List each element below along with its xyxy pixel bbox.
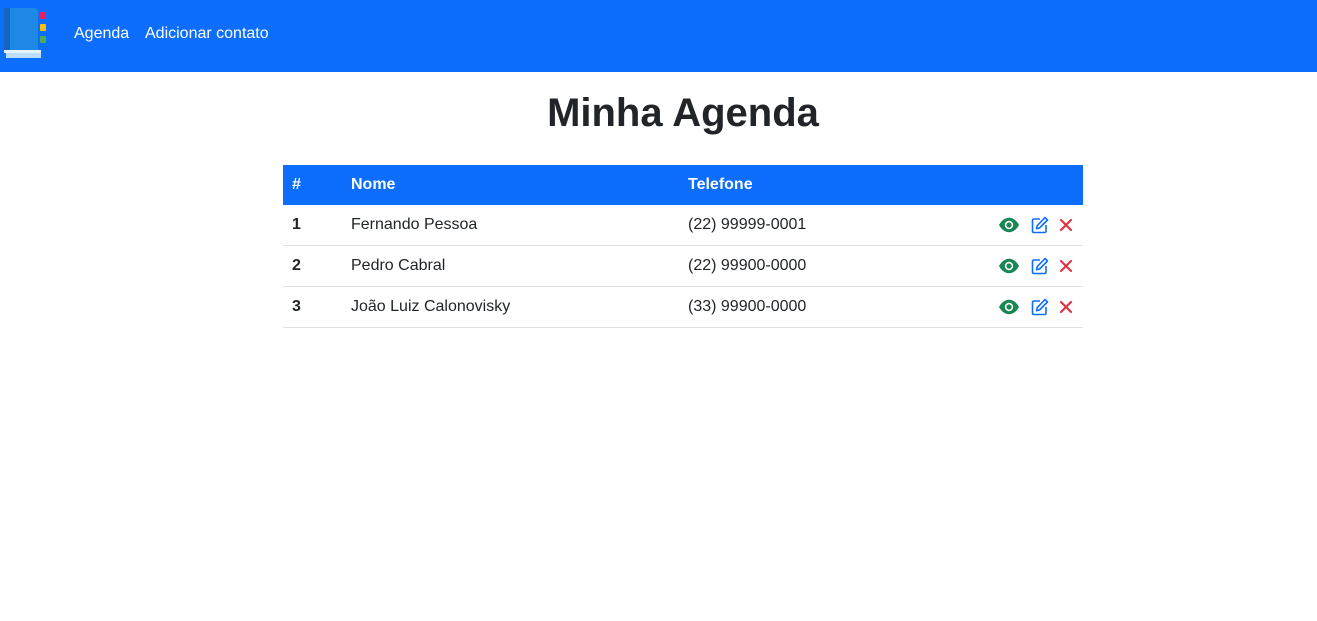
header-phone: Telefone	[688, 176, 753, 193]
close-icon[interactable]	[1059, 218, 1073, 232]
table-row: 1 Fernando Pessoa (22) 99999-0001	[283, 205, 1083, 246]
nav-link-adicionar-contato[interactable]: Adicionar contato	[145, 24, 269, 44]
contacts-table: # Nome Telefone 1 Fernando Pessoa (22) 9…	[283, 165, 1083, 328]
row-actions	[957, 286, 1083, 328]
header-name: Nome	[351, 176, 396, 193]
edit-icon[interactable]	[1031, 257, 1049, 275]
row-name: Fernando Pessoa	[342, 205, 679, 246]
eye-icon[interactable]	[998, 299, 1020, 315]
row-index: 1	[283, 205, 342, 246]
row-phone: (33) 99900-0000	[679, 286, 957, 328]
edit-icon[interactable]	[1031, 298, 1049, 316]
row-index: 2	[283, 245, 342, 287]
row-actions	[957, 245, 1083, 287]
address-book-logo-icon[interactable]	[3, 8, 49, 60]
table-row: 3 João Luiz Calonovisky (33) 99900-0000	[283, 286, 1083, 328]
navbar: Agenda Adicionar contato	[0, 0, 1317, 72]
row-actions	[957, 205, 1083, 246]
row-index: 3	[283, 286, 342, 328]
header-actions	[957, 165, 1083, 205]
row-phone: (22) 99900-0000	[679, 245, 957, 287]
contacts-table-wrapper: # Nome Telefone 1 Fernando Pessoa (22) 9…	[283, 165, 1083, 328]
close-icon[interactable]	[1059, 300, 1073, 314]
close-icon[interactable]	[1059, 259, 1073, 273]
table-header-row: # Nome Telefone	[283, 165, 1083, 205]
header-index: #	[292, 176, 301, 193]
row-name: Pedro Cabral	[342, 245, 679, 287]
page-title: Minha Agenda	[547, 91, 819, 135]
row-phone: (22) 99999-0001	[679, 205, 957, 246]
row-name: João Luiz Calonovisky	[342, 286, 679, 328]
edit-icon[interactable]	[1031, 216, 1049, 234]
eye-icon[interactable]	[998, 217, 1020, 233]
nav-link-agenda[interactable]: Agenda	[74, 24, 129, 44]
table-row: 2 Pedro Cabral (22) 99900-0000	[283, 245, 1083, 287]
eye-icon[interactable]	[998, 258, 1020, 274]
